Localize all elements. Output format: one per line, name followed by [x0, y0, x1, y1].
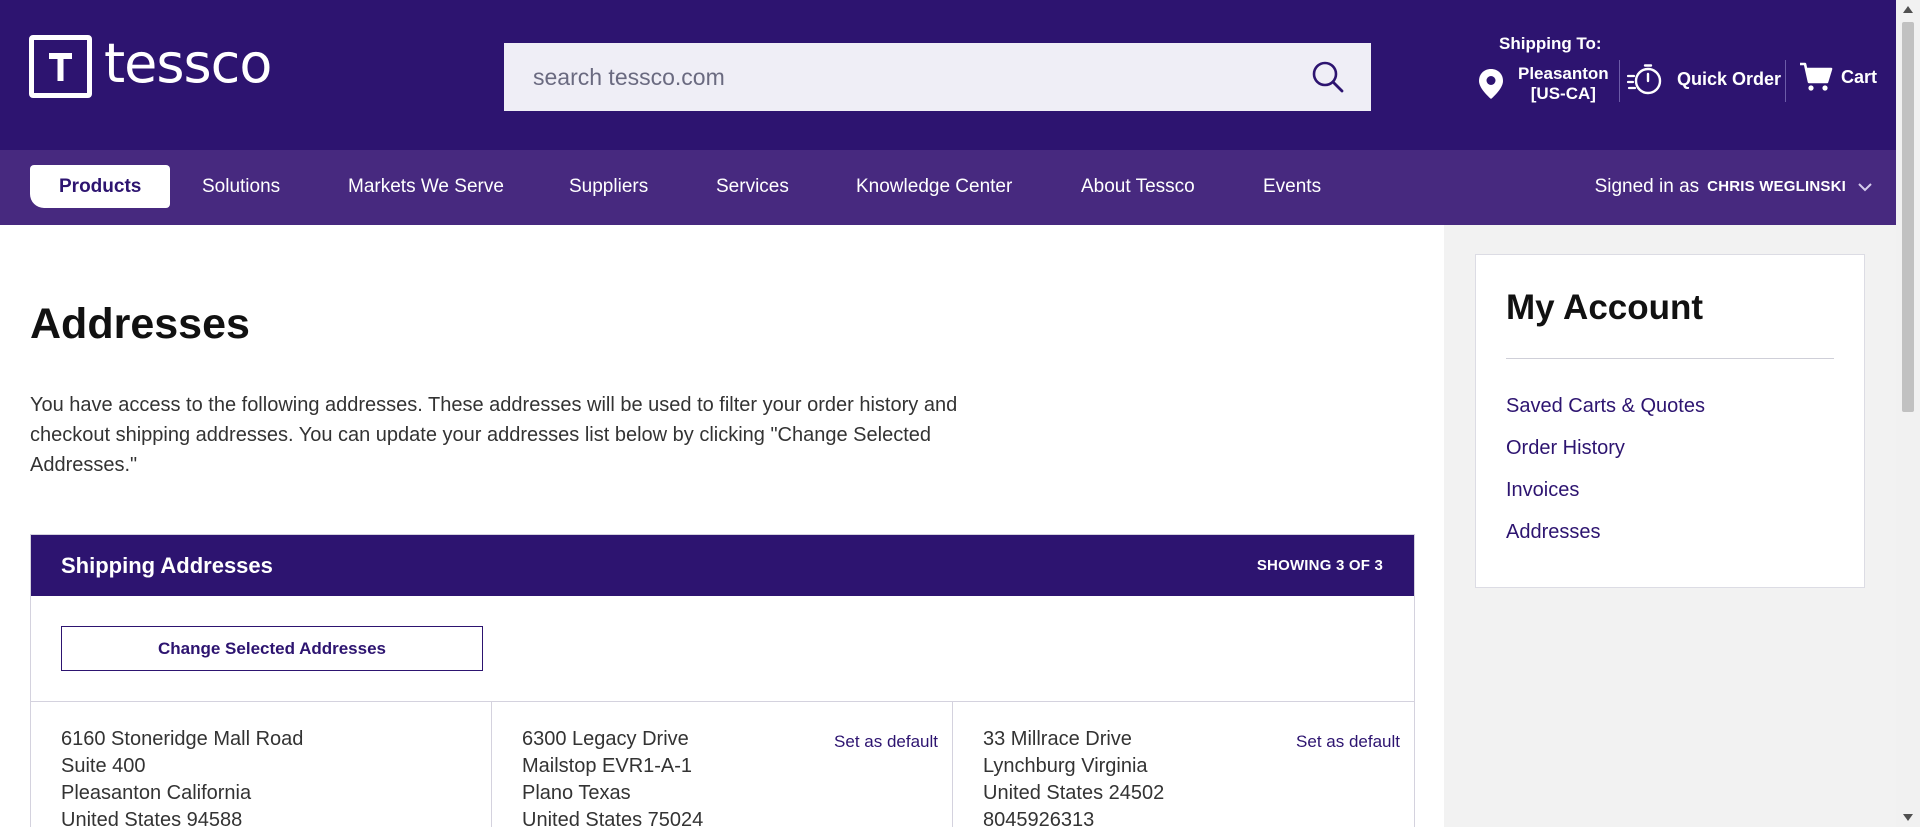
- search-icon[interactable]: [1311, 60, 1345, 94]
- nav-item-markets[interactable]: Markets We Serve: [319, 165, 533, 208]
- panel-header: Shipping Addresses SHOWING 3 OF 3: [31, 535, 1414, 596]
- sidebar-item-order-history[interactable]: Order History: [1506, 437, 1625, 460]
- shipping-city: Pleasanton: [1518, 64, 1609, 83]
- set-as-default-link[interactable]: Set as default: [1296, 728, 1400, 755]
- cart-icon: [1800, 62, 1833, 91]
- address-line: Suite 400: [61, 755, 146, 777]
- address-line: Lynchburg Virginia: [983, 755, 1148, 777]
- header-divider: [1619, 60, 1620, 102]
- shipping-addresses-panel: Shipping Addresses SHOWING 3 OF 3 Change…: [30, 534, 1415, 827]
- cart-button[interactable]: Cart: [1799, 62, 1877, 92]
- logo-mark-icon: [29, 35, 92, 98]
- header-divider: [1785, 60, 1786, 102]
- nav-item-services[interactable]: Services: [687, 165, 818, 208]
- my-account-title: My Account: [1506, 288, 1704, 327]
- scroll-up-arrow-icon[interactable]: [1896, 0, 1920, 20]
- address-line: 8045926313: [983, 809, 1095, 827]
- cart-label: Cart: [1841, 66, 1878, 87]
- set-as-default-link[interactable]: Set as default: [834, 728, 938, 755]
- address-line: United States 24502: [983, 782, 1165, 804]
- intro-text: You have access to the following address…: [30, 394, 958, 476]
- quick-order-button[interactable]: Quick Order: [1627, 62, 1781, 96]
- nav-item-products[interactable]: Products: [30, 165, 171, 208]
- address-card: Set as default 33 Millrace Drive Lynchbu…: [953, 702, 1414, 827]
- address-line: United States 75024: [522, 809, 704, 827]
- shipping-to-label: Shipping To:: [1499, 34, 1602, 53]
- address-line: United States 94588: [61, 809, 243, 827]
- location-pin-icon: [1479, 69, 1503, 99]
- search-bar: [504, 43, 1371, 111]
- quick-order-label: Quick Order: [1677, 68, 1782, 89]
- sidebar-item-addresses[interactable]: Addresses: [1506, 521, 1601, 544]
- change-selected-addresses-button[interactable]: Change Selected Addresses: [61, 626, 483, 671]
- nav-item-knowledge-center[interactable]: Knowledge Center: [827, 165, 1041, 208]
- page-scrollbar[interactable]: [1896, 0, 1920, 827]
- site-header: tessco Shipping To: Pleasanton [US-CA]: [0, 0, 1896, 150]
- shipping-region: [US-CA]: [1530, 84, 1596, 103]
- my-account-card: My Account Saved Carts & Quotes Order Hi…: [1475, 254, 1865, 588]
- showing-count: SHOWING 3 OF 3: [1256, 557, 1383, 574]
- panel-title: Shipping Addresses: [61, 552, 273, 578]
- account-menu[interactable]: Signed in as CHRIS WEGLINSKI: [1595, 165, 1872, 208]
- nav-item-events[interactable]: Events: [1234, 165, 1350, 208]
- sidebar-item-saved-carts[interactable]: Saved Carts & Quotes: [1506, 395, 1705, 418]
- search-input[interactable]: [504, 43, 1284, 111]
- account-divider: [1506, 358, 1834, 359]
- address-line: Mailstop EVR1-A-1: [522, 755, 693, 777]
- nav-item-suppliers[interactable]: Suppliers: [540, 165, 677, 208]
- logo-text: tessco: [104, 31, 272, 95]
- address-line: 6160 Stoneridge Mall Road: [61, 728, 304, 750]
- address-card: 6160 Stoneridge Mall Road Suite 400 Plea…: [31, 702, 492, 827]
- shipping-location[interactable]: Pleasanton [US-CA]: [1478, 64, 1609, 104]
- page-title: Addresses: [30, 300, 250, 348]
- address-line: Pleasanton California: [61, 782, 252, 804]
- signed-in-label: Signed in as: [1594, 176, 1700, 197]
- user-name: CHRIS WEGLINSKI: [1707, 178, 1846, 195]
- nav-item-about[interactable]: About Tessco: [1052, 165, 1224, 208]
- sidebar-item-invoices[interactable]: Invoices: [1506, 479, 1579, 502]
- address-card: Set as default 6300 Legacy Drive Mailsto…: [492, 702, 953, 827]
- scroll-down-arrow-icon[interactable]: [1896, 807, 1920, 827]
- tessco-logo[interactable]: tessco: [29, 31, 272, 98]
- address-list: 6160 Stoneridge Mall Road Suite 400 Plea…: [31, 702, 1414, 827]
- stopwatch-icon: [1627, 64, 1662, 95]
- chevron-down-icon: [1858, 182, 1872, 191]
- main-nav: Products Solutions Markets We Serve Supp…: [0, 150, 1896, 225]
- nav-item-solutions[interactable]: Solutions: [173, 165, 309, 208]
- scrollbar-thumb[interactable]: [1902, 22, 1914, 412]
- main-content: Addresses You have access to the followi…: [0, 225, 1444, 827]
- panel-actions: Change Selected Addresses: [31, 596, 1414, 702]
- address-line: Plano Texas: [522, 782, 631, 804]
